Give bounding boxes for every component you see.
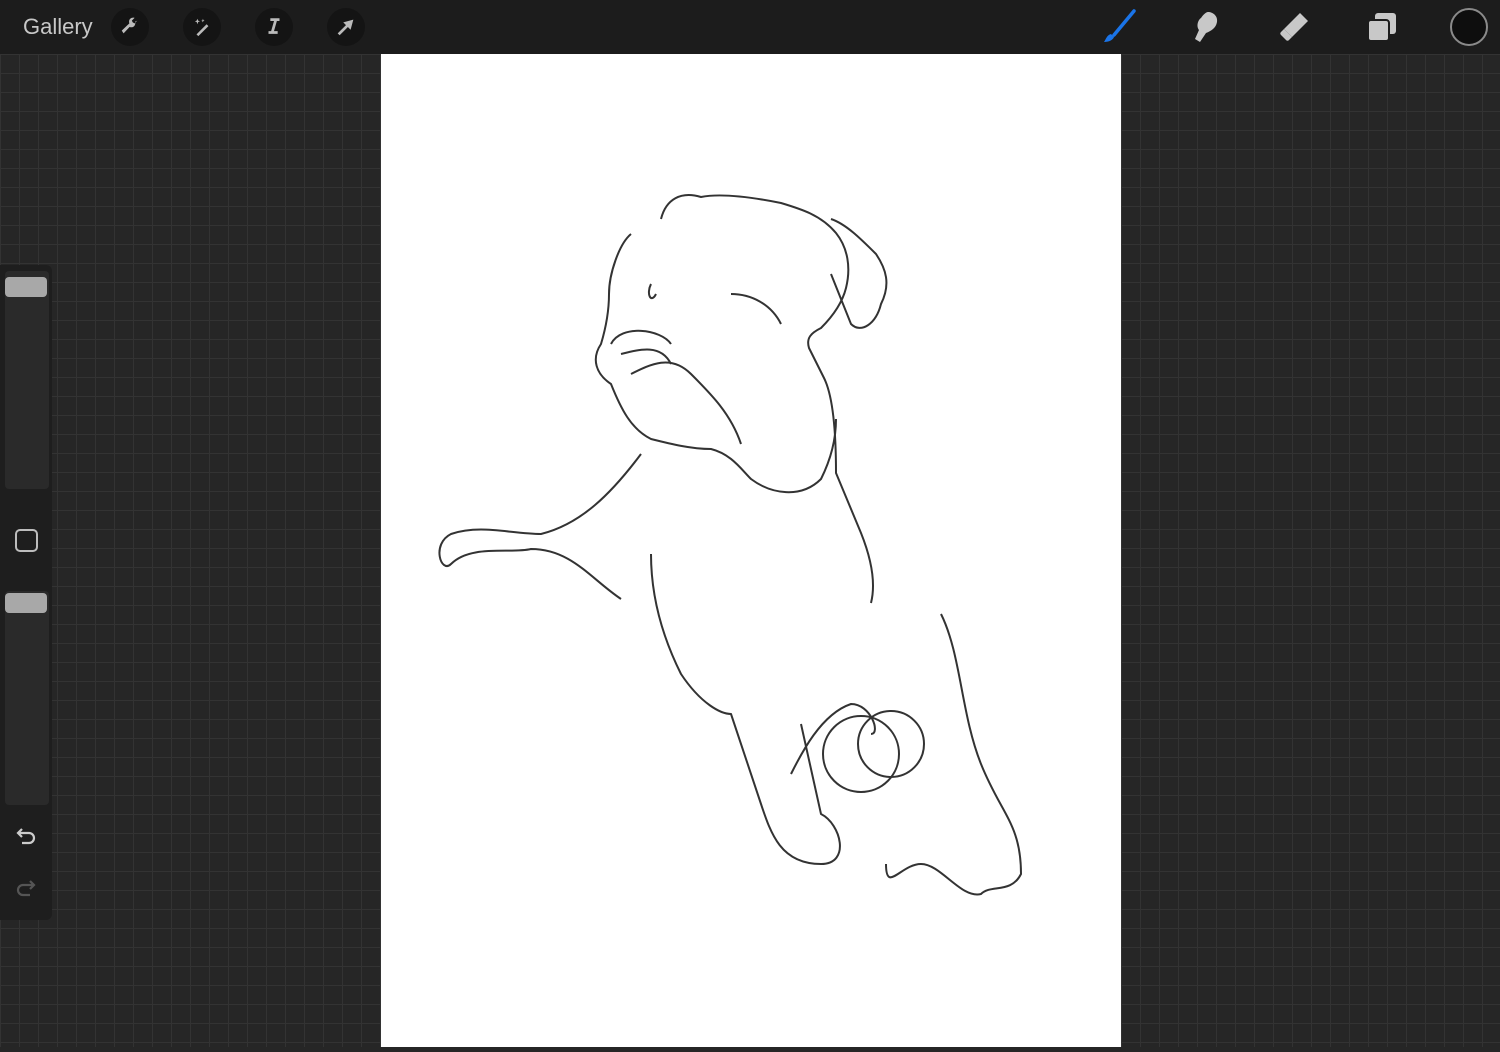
brush-size-slider[interactable]: [5, 271, 49, 489]
redo-icon: [14, 876, 38, 900]
wrench-icon: [119, 16, 141, 38]
magic-wand-icon: [191, 16, 213, 38]
brush-tool-button[interactable]: [1098, 7, 1138, 47]
smudge-tool-button[interactable]: [1186, 7, 1226, 47]
transform-arrow-icon: [335, 16, 357, 38]
eraser-icon: [1276, 9, 1312, 45]
opacity-slider[interactable]: [5, 591, 49, 805]
actions-button[interactable]: [111, 8, 149, 46]
eraser-tool-button[interactable]: [1274, 7, 1314, 47]
right-toolbar: [1050, 0, 1500, 54]
opacity-thumb[interactable]: [5, 593, 47, 613]
redo-button[interactable]: [12, 874, 40, 902]
transform-button[interactable]: [327, 8, 365, 46]
selection-button[interactable]: [255, 8, 293, 46]
layers-icon: [1365, 10, 1399, 44]
drawing-canvas[interactable]: [381, 54, 1121, 1047]
color-picker-button[interactable]: [1450, 8, 1488, 46]
gallery-button[interactable]: Gallery: [23, 14, 93, 40]
adjustments-button[interactable]: [183, 8, 221, 46]
layers-button[interactable]: [1362, 7, 1402, 47]
left-sidebar: [0, 265, 52, 920]
modify-button[interactable]: [15, 529, 38, 552]
selection-icon: [263, 16, 285, 38]
brush-icon: [1098, 7, 1138, 47]
brush-size-thumb[interactable]: [5, 277, 47, 297]
dog-line-sketch: [381, 54, 1121, 1047]
undo-icon: [14, 824, 38, 848]
undo-button[interactable]: [12, 822, 40, 850]
smudge-icon: [1188, 9, 1224, 45]
